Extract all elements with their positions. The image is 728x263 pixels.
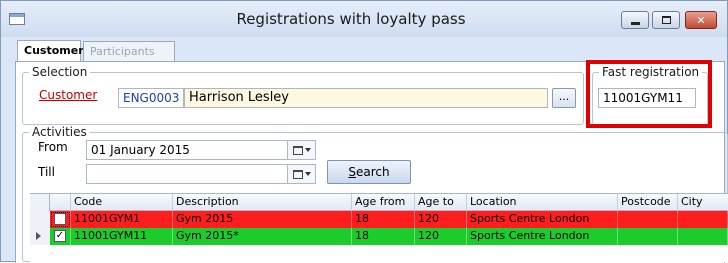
chevron-down-icon [304,172,311,176]
table-row[interactable]: 11001GYM1 Gym 2015 18 120 Sports Centre … [30,211,728,228]
cell-location[interactable]: Sports Centre London [467,211,618,228]
tab-participants[interactable]: Participants [83,41,175,61]
customer-link[interactable]: Customer [39,88,97,102]
column-header-city[interactable]: City [678,194,728,211]
minimize-icon [630,21,640,25]
cell-description[interactable]: Gym 2015* [173,228,352,245]
chevron-down-icon [304,148,311,152]
header-indicator [30,194,50,211]
column-header-postcode[interactable]: Postcode [618,194,678,211]
column-header-description[interactable]: Description [173,194,352,211]
cell-postcode[interactable] [618,211,678,228]
cell-description[interactable]: Gym 2015 [173,211,352,228]
grid-header: Code Description Age from Age to Locatio… [30,194,728,211]
header-check[interactable] [50,194,71,211]
tab-customer[interactable]: Customer [17,40,84,62]
search-button[interactable]: Search [327,160,411,184]
column-header-age-to[interactable]: Age to [415,194,467,211]
customer-browse-button[interactable]: ... [552,88,576,108]
current-row-arrow-icon [36,232,41,240]
row-indicator [30,228,50,245]
close-button[interactable]: ✕ [685,11,717,29]
cell-code[interactable]: 11001GYM1 [71,211,173,228]
customer-code-field[interactable]: ENG0003 [118,88,184,108]
title-bar[interactable]: Registrations with loyalty pass ✕ [1,1,727,37]
cell-age-from[interactable]: 18 [352,211,415,228]
column-header-code[interactable]: Code [71,194,173,211]
table-row[interactable]: ✓ 11001GYM11 Gym 2015* 18 120 Sports Cen… [30,228,728,245]
cell-location[interactable]: Sports Centre London [467,228,618,245]
row-checkbox-cell[interactable]: ✓ [50,228,71,245]
minimize-button[interactable] [621,11,649,29]
column-header-age-from[interactable]: Age from [352,194,415,211]
till-date-picker[interactable] [288,164,316,184]
fast-registration-highlight [586,60,712,128]
cell-age-to[interactable]: 120 [415,211,467,228]
maximize-icon [661,16,671,24]
activities-grid: Code Description Age from Age to Locatio… [30,193,728,262]
cell-city[interactable] [678,228,728,245]
till-date-field[interactable] [86,164,288,184]
row-checkbox-cell[interactable] [50,211,71,228]
window-title: Registrations with loyalty pass [236,10,466,28]
cell-code[interactable]: 11001GYM11 [71,228,173,245]
from-label: From [38,140,68,154]
selection-legend: Selection [32,65,88,79]
cell-city[interactable] [678,211,728,228]
from-date-picker[interactable] [288,140,316,160]
column-header-location[interactable]: Location [467,194,618,211]
row-indicator [30,211,50,228]
row-checkbox[interactable] [54,213,66,225]
till-label: Till [38,165,55,179]
customer-name-field[interactable]: Harrison Lesley [184,88,548,108]
activities-legend: Activities [32,125,87,139]
from-date-field[interactable]: 01 January 2015 [86,140,288,160]
cell-age-from[interactable]: 18 [352,228,415,245]
row-checkbox[interactable]: ✓ [54,230,66,242]
calendar-icon [292,145,303,155]
cell-age-to[interactable]: 120 [415,228,467,245]
calendar-icon [292,169,303,179]
maximize-button[interactable] [652,11,680,29]
cell-postcode[interactable] [618,228,678,245]
close-icon: ✕ [696,13,706,27]
